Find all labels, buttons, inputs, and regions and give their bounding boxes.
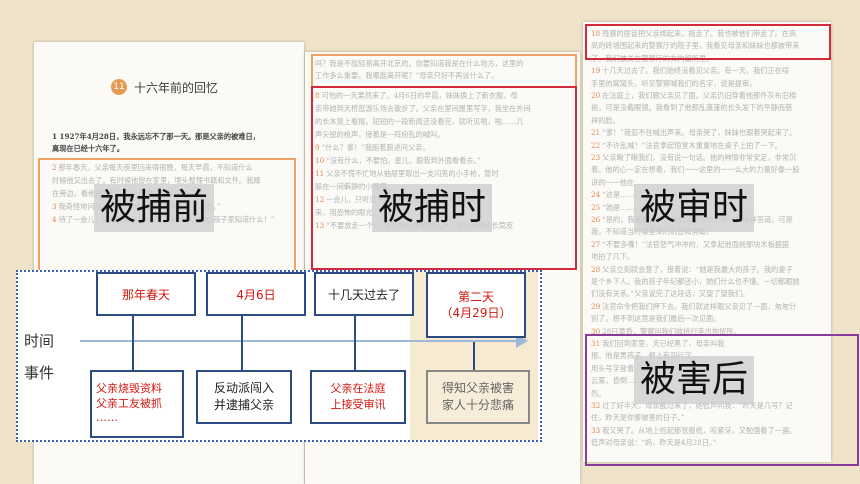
during-arrest-outline: [311, 86, 577, 270]
paragraph-number: 19: [591, 66, 601, 76]
line-text: 着。他的心一定在想着，我们一一这里的一一么大的力量好像一股: [591, 165, 800, 175]
time-box-spring: 那年春天: [96, 272, 196, 316]
line-text: 是个乡下人。我的孩子年纪都还小，她们什么也不懂。一切都跟她: [591, 277, 800, 286]
text-line: 25 “她是……: [591, 202, 635, 213]
text-line: 22 “不许乱喊！”法官拿起惊堂木重重地在桌子上拍了一下。: [591, 140, 782, 151]
text-line: 28 父亲立刻就会意了，接着说：“她是我最大的孩子。我的妻子: [591, 264, 793, 275]
paragraph-number: 26: [591, 215, 601, 224]
paragraph-number: 20: [591, 91, 601, 100]
text-line: 地拍了几下。: [591, 251, 634, 262]
chapter-number-badge: 11: [111, 79, 127, 95]
line-text: 法官命令把我们押下去。我们就这样跟父亲见了一面，匆匆分: [602, 301, 797, 311]
time-box-ten-days: 十几天过去了: [314, 272, 414, 316]
text-line: 29 法官命令把我们押下去。我们就这样跟父亲见了一面，匆匆分: [591, 301, 796, 312]
line-text: 父亲瞅了瞅我们，没有说一句话。他的神情非常安定，非常沉: [602, 153, 797, 162]
time-box-april-6: 4月6日: [206, 272, 306, 316]
label-after-death: 被害后: [634, 356, 755, 404]
text-line: 是个乡下人。我的孩子年纪都还小，她们什么也不懂。一切都跟她: [591, 276, 799, 287]
line-text: 祥的脸。: [591, 115, 620, 125]
paragraph-1: 1 1927年4月28日，我永远忘不了那一天。那是父亲的被难日，: [52, 132, 260, 141]
line-text: 地拍了几下。: [591, 252, 635, 262]
text-line: 21 “爹！”我忍不住喊出声来。母亲哭了，妹妹也跟着哭起来了。: [591, 127, 796, 138]
text-line: 着。他的心一定在想着，我们一一这里的一一么大的力量好像一股: [591, 164, 799, 175]
connector-1: [132, 316, 134, 370]
event-box-burning-docs: 父亲烧毁资料 父亲工友被抓 ……: [90, 370, 184, 438]
line-text: 手里的窝窝头，听见警察喊我们的名字，说是提审。: [591, 78, 757, 88]
line-text: “不许乱喊！”法官拿起惊堂木重重地在桌子上拍了一下。: [602, 140, 783, 150]
connector-3: [354, 316, 356, 370]
row-label-event: 事件: [24, 364, 55, 382]
connector-4: [473, 342, 475, 370]
paragraph-number: 28: [591, 264, 601, 274]
event-box-arrest: 反动派闯入 并逮捕父亲: [196, 370, 292, 424]
line-text: 父亲立刻就会意了，接着说：“她是我最大的孩子。我的妻子: [602, 264, 793, 274]
event-box-grief: 得知父亲被害 家人十分悲痛: [426, 370, 530, 424]
label-during-trial: 被审时: [634, 184, 755, 232]
line-text: 十几天过去了。我们始终没看见父亲。有一天，我们正在啃: [602, 66, 790, 76]
paragraph-number: 23: [591, 153, 601, 162]
text-line: 27 “不要多嘴！”法官怒气冲冲的，又拿起他面前那块木板狠狠: [591, 239, 789, 250]
line-text: 在法庭上，我们跟父亲见了面。父亲仍旧穿着他那件灰布旧棉: [602, 91, 797, 100]
paragraph-number: 21: [591, 128, 601, 138]
line-text: 们没有关系。”父亲说完了这段话，又望了望我们。: [591, 289, 750, 299]
line-text: “这是……: [602, 190, 635, 200]
text-line: 袍，可是没戴眼镜。我看到了他那乱蓬蓬的长头发下的平静而慈: [591, 102, 792, 113]
line-text: 别了。想不到这竟是我们最后一次见面。: [591, 314, 721, 324]
chapter-title: 十六年前的回忆: [134, 81, 219, 95]
row-label-time: 时间: [24, 332, 55, 350]
paragraph-number: 29: [591, 301, 601, 311]
paragraph-number: 24: [591, 190, 601, 200]
connector-2: [241, 316, 243, 370]
line-text: 袍，可是没戴眼镜。我看到了他那乱蓬蓬的长头发下的平静而慈: [591, 103, 793, 113]
text-line: 别了。想不到这竟是我们最后一次见面。: [591, 313, 720, 324]
paragraph-number: 27: [591, 239, 601, 249]
paragraph-number: 25: [591, 202, 601, 212]
text-line: 24 “这是……: [591, 189, 635, 200]
time-axis: [80, 340, 520, 342]
text-line: 20 在法庭上，我们跟父亲见了面。父亲仍旧穿着他那件灰布旧棉: [591, 90, 796, 101]
during-trial-outline: [585, 24, 831, 60]
paragraph-number: 22: [591, 140, 601, 150]
paragraph-1-cont: 离现在已经十六年了。: [52, 144, 124, 153]
label-before-arrest: 被捕前: [94, 184, 215, 232]
line-text: “她是……: [602, 202, 635, 212]
text-line: 祥的脸。: [591, 115, 620, 126]
text-line: 23 父亲瞅了瞅我们，没有说一句话。他的神情非常安定，非常沉: [591, 152, 796, 163]
middle-top-outline: [311, 54, 577, 88]
text-line: 们没有关系。”父亲说完了这段话，又望了望我们。: [591, 288, 749, 299]
event-box-trial: 父亲在法庭 上接受审讯: [310, 370, 406, 424]
line-text: “爹！”我忍不住喊出声来。母亲哭了，妹妹也跟着哭起来了。: [602, 128, 797, 138]
label-during-arrest: 被捕时: [372, 184, 493, 232]
line-text: “不要多嘴！”法官怒气冲冲的，又拿起他面前那块木板狠狠: [602, 239, 790, 249]
time-box-next-day: 第二天 （4月29日）: [426, 272, 526, 338]
text-line: 19 十几天过去了。我们始终没看见父亲。有一天，我们正在啃: [591, 65, 789, 76]
timeline-diagram: 时间 事件 那年春天 4月6日 十几天过去了 第二天 （4月29日） 父亲烧毁资…: [16, 270, 542, 442]
text-line: 手里的窝窝头，听见警察喊我们的名字，说是提审。: [591, 78, 756, 89]
